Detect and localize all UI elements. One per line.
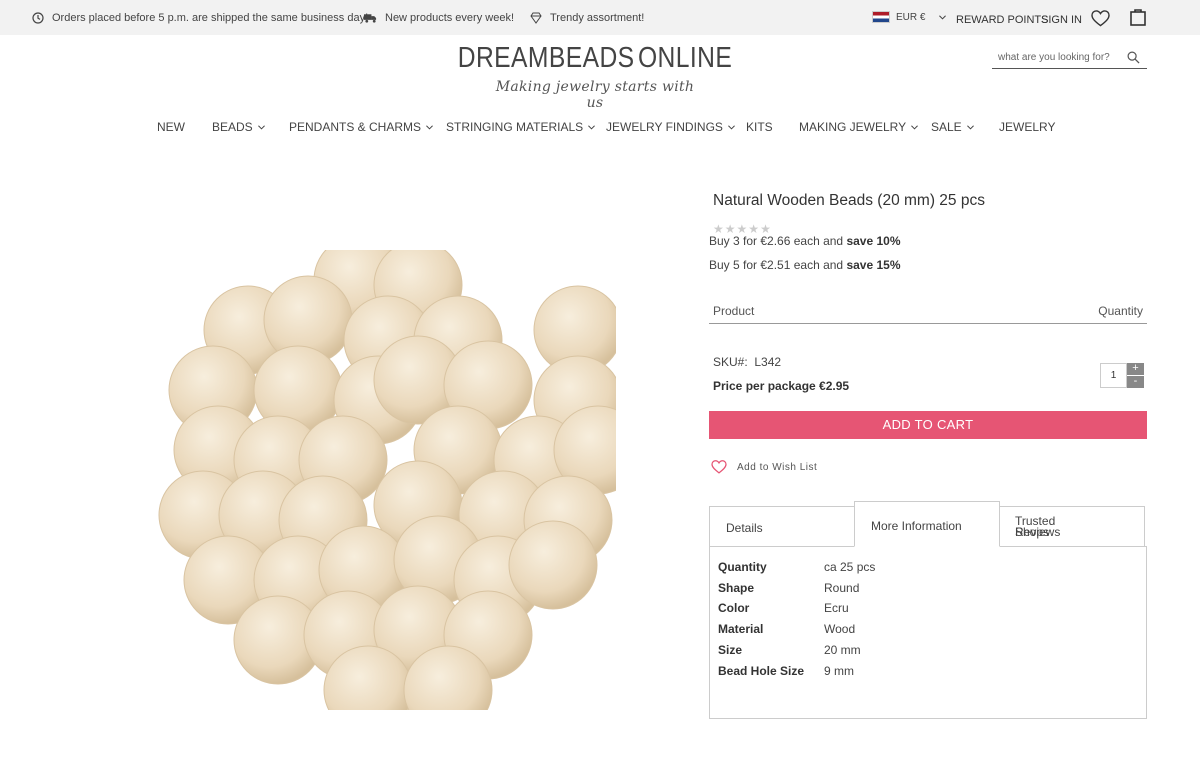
- usp-trendy: Trendy assortment!: [530, 12, 644, 24]
- site-logo[interactable]: DREAMBEADS ONLINE Making jewelry starts …: [458, 42, 732, 111]
- spec-value: 9 mm: [824, 664, 854, 678]
- quantity-input[interactable]: 1: [1100, 363, 1127, 388]
- search-bar: [992, 47, 1147, 69]
- usp-shipping-text: Orders placed before 5 p.m. are shipped …: [52, 12, 369, 24]
- usp-trendy-text: Trendy assortment!: [550, 12, 645, 24]
- tier-price-3: Buy 3 for €2.66 each and save 10%: [709, 234, 900, 248]
- nav-label: MAKING JEWELRY: [799, 120, 907, 134]
- sign-in-link[interactable]: SIGN IN: [1041, 14, 1082, 26]
- chevron-down-icon: [728, 124, 735, 129]
- more-information-panel: [709, 546, 1147, 719]
- logo-text-left: DREAMBEADS: [457, 42, 635, 74]
- spec-key: Material: [718, 622, 764, 636]
- nav-label: STRINGING MATERIALS: [446, 120, 584, 134]
- tier-save: save 10%: [846, 234, 901, 248]
- heart-icon: [711, 460, 727, 474]
- sku: SKU#: L342: [713, 355, 781, 369]
- netherlands-flag-icon: [872, 11, 890, 23]
- spec-value: Wood: [824, 622, 856, 636]
- spec-value: Round: [824, 581, 860, 595]
- spec-value: ca 25 pcs: [824, 560, 876, 574]
- product-table-header: Product Quantity: [709, 304, 1147, 324]
- nav-item-new[interactable]: NEW: [157, 120, 185, 134]
- logo-text-right: ONLINE: [637, 42, 733, 74]
- quantity-column-header: Quantity: [1098, 304, 1143, 318]
- chevron-down-icon: [588, 124, 596, 129]
- nav-item-beads[interactable]: BEADS: [212, 120, 265, 134]
- chevron-down-icon: [939, 14, 947, 20]
- tab-trusted-shops-reviews[interactable]: Trusted Shops Reviews: [999, 506, 1145, 547]
- tab-label: Details: [726, 521, 763, 535]
- nav-item-pendants-charms[interactable]: PENDANTS & CHARMS: [289, 120, 433, 134]
- tier-price-5: Buy 5 for €2.51 each and save 15%: [709, 258, 900, 272]
- wish-list-label: Add to Wish List: [737, 461, 818, 473]
- usp-shipping: Orders placed before 5 p.m. are shipped …: [32, 12, 368, 24]
- spec-key: Color: [718, 601, 750, 615]
- spec-value: 20 mm: [824, 643, 861, 657]
- usp-new-products: New products every week!: [364, 12, 514, 24]
- nav-item-making-jewelry[interactable]: MAKING JEWELRY: [799, 120, 919, 134]
- logo-tagline: Making jewelry starts with us: [495, 79, 695, 111]
- spec-key: Size: [718, 643, 743, 657]
- spec-key: Quantity: [718, 560, 767, 574]
- product-image[interactable]: [158, 250, 616, 710]
- clock-icon: [32, 12, 44, 24]
- tier-text: Buy 3 for €2.66 each and: [709, 234, 847, 248]
- add-to-cart-button[interactable]: ADD TO CART: [709, 411, 1147, 439]
- nav-label: JEWELRY: [999, 120, 1056, 134]
- add-to-wish-list[interactable]: Add to Wish List: [711, 460, 817, 474]
- nav-item-stringing-materials[interactable]: STRINGING MATERIALS: [446, 120, 596, 134]
- tab-details[interactable]: Details: [709, 506, 855, 547]
- price-per-package: Price per package €2.95: [713, 379, 850, 393]
- nav-item-sale[interactable]: SALE: [931, 120, 974, 134]
- spec-key: Bead Hole Size: [718, 664, 805, 678]
- currency-selector[interactable]: EUR €: [872, 11, 947, 23]
- nav-item-jewelry[interactable]: JEWELRY: [999, 120, 1055, 134]
- product-title: Natural Wooden Beads (20 mm) 25 pcs: [713, 192, 985, 209]
- quantity-decrease-button[interactable]: -: [1127, 376, 1144, 388]
- sku-value: L342: [754, 355, 782, 369]
- nav-item-jewelry-findings[interactable]: JEWELRY FINDINGS: [606, 120, 735, 134]
- search-icon[interactable]: [1127, 51, 1140, 64]
- nav-label: SALE: [931, 120, 962, 134]
- reward-points-link[interactable]: REWARD POINTS: [956, 14, 1049, 26]
- nav-label: PENDANTS & CHARMS: [289, 120, 422, 134]
- nav-label: NEW: [157, 120, 185, 134]
- wooden-beads-photo: [158, 250, 616, 710]
- spec-key: Shape: [718, 581, 755, 595]
- nav-label: JEWELRY FINDINGS: [606, 120, 723, 134]
- tier-save: save 15%: [846, 258, 901, 272]
- nav-label: BEADS: [212, 120, 253, 134]
- chevron-down-icon: [911, 124, 919, 129]
- top-bar: Orders placed before 5 p.m. are shipped …: [0, 0, 1200, 35]
- main-navigation: NEW BEADS PENDANTS & CHARMS STRINGING MA…: [0, 120, 1200, 136]
- quantity-increase-button[interactable]: +: [1127, 363, 1144, 375]
- chevron-down-icon: [966, 124, 974, 129]
- sku-label: SKU#:: [713, 355, 748, 369]
- spec-value: Ecru: [824, 601, 849, 615]
- diamond-icon: [530, 12, 542, 24]
- search-input[interactable]: [992, 49, 1117, 66]
- nav-label: KITS: [746, 120, 773, 134]
- chevron-down-icon: [257, 124, 265, 129]
- usp-new-products-text: New products every week!: [385, 12, 514, 24]
- chevron-down-icon: [426, 124, 433, 129]
- tab-label-line2: Reviews: [1015, 525, 1061, 539]
- tab-more-information[interactable]: More Information: [854, 501, 1000, 547]
- tier-text: Buy 5 for €2.51 each and: [709, 258, 847, 272]
- heart-icon[interactable]: [1091, 10, 1110, 27]
- tab-label: More Information: [871, 519, 962, 533]
- product-column-header: Product: [713, 304, 755, 318]
- truck-icon: [364, 14, 377, 23]
- currency-label: EUR €: [896, 11, 926, 23]
- bead: [508, 520, 598, 610]
- shopping-bag-icon[interactable]: [1130, 8, 1146, 26]
- nav-item-kits[interactable]: KITS: [746, 120, 773, 134]
